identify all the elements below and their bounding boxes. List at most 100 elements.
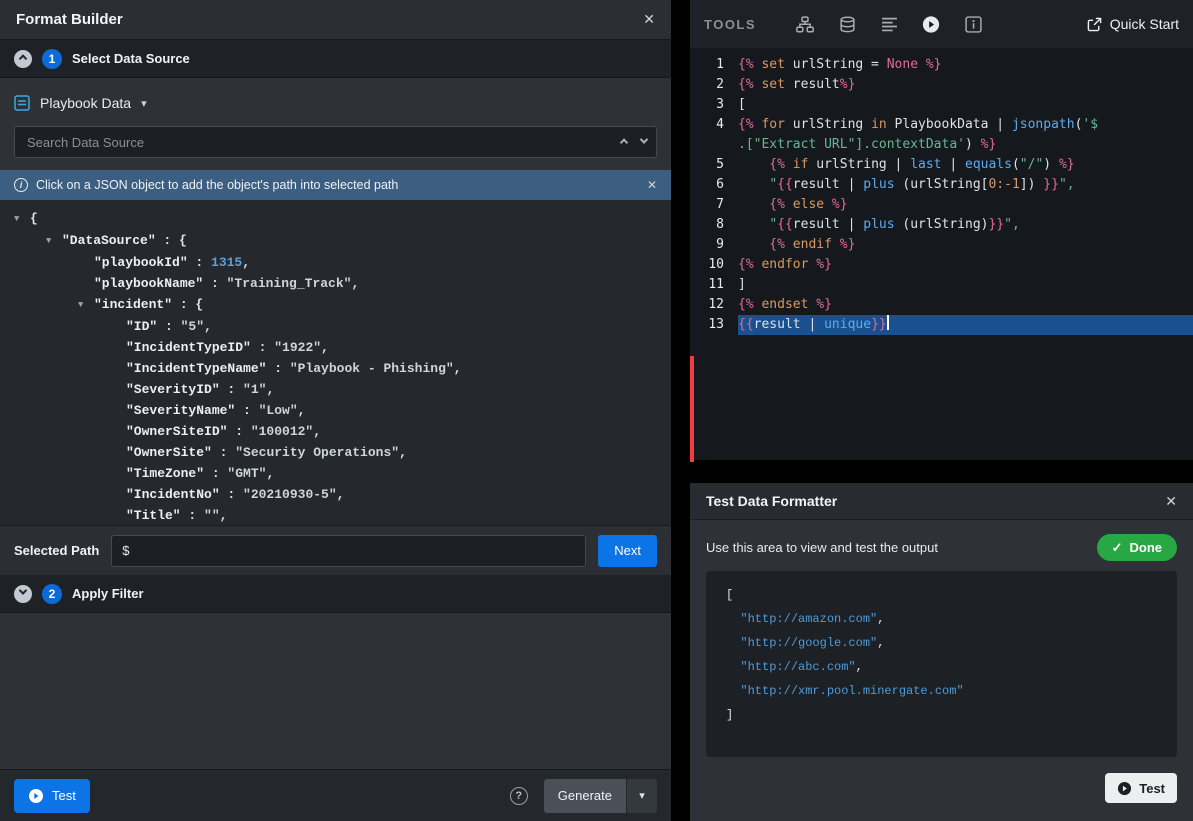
generate-split-button: Generate ▾	[544, 779, 657, 813]
collapse-section-icon[interactable]	[14, 50, 32, 68]
code-line[interactable]: .["Extract URL"].contextData') %}	[690, 135, 1193, 155]
json-tree-line[interactable]: "ID" : "5",	[0, 316, 671, 337]
play-circle-icon	[28, 788, 44, 804]
formatter-editor-panel: TOOLS	[690, 0, 1193, 460]
json-tree-line[interactable]: "IncidentTypeID" : "1922",	[0, 337, 671, 358]
play-circle-icon	[1117, 781, 1132, 796]
playbook-data-icon	[14, 95, 30, 111]
check-icon: ✓	[1112, 540, 1123, 556]
code-line[interactable]: 4{% for urlString in PlaybookData | json…	[690, 115, 1193, 135]
panel-title: Format Builder	[16, 11, 123, 28]
section-select-data-source[interactable]: 1 Select Data Source	[0, 40, 671, 78]
output-line: ]	[726, 703, 1157, 727]
expand-section-icon[interactable]	[14, 585, 32, 603]
close-icon[interactable]: ✕	[1165, 493, 1177, 510]
line-number: 13	[690, 315, 738, 335]
search-nav	[621, 126, 647, 158]
chevron-down-icon: ▾	[141, 97, 147, 110]
json-tree-line[interactable]: ▼{	[0, 208, 671, 230]
test-output-button[interactable]: Test	[1105, 773, 1177, 803]
collapse-arrow-icon[interactable]: ▼	[78, 295, 94, 316]
code-line[interactable]: 5 {% if urlString | last | equals("/") %…	[690, 155, 1193, 175]
code-rows[interactable]: 1{% set urlString = None %}2{% set resul…	[690, 48, 1193, 335]
json-tree-line[interactable]: "TimeZone" : "GMT",	[0, 463, 671, 484]
json-tree[interactable]: ▼{▼"DataSource" : {"playbookId" : 1315,"…	[0, 200, 671, 525]
code-line[interactable]: 6 "{{result | plus (urlString[0:-1]) }}"…	[690, 175, 1193, 195]
play-circle-icon[interactable]	[922, 15, 940, 33]
banner-close-icon[interactable]: ✕	[647, 178, 657, 192]
search-wrap	[14, 126, 657, 158]
line-number: 11	[690, 275, 738, 295]
line-number: 9	[690, 235, 738, 255]
code-line[interactable]: 8 "{{result | plus (urlString)}}",	[690, 215, 1193, 235]
code-line[interactable]: 1{% set urlString = None %}	[690, 55, 1193, 75]
json-tree-line[interactable]: "playbookId" : 1315,	[0, 252, 671, 273]
generate-dropdown-icon[interactable]: ▾	[627, 779, 657, 813]
tools-label: TOOLS	[704, 17, 756, 32]
json-tree-line[interactable]: "OwnerSite" : "Security Operations",	[0, 442, 671, 463]
code-line[interactable]: 13{{result | unique}}	[690, 315, 1193, 335]
code-line[interactable]: 10{% endfor %}	[690, 255, 1193, 275]
code-line[interactable]: 2{% set result%}	[690, 75, 1193, 95]
editor-toolbar: TOOLS	[690, 0, 1193, 48]
selected-path-label: Selected Path	[14, 543, 99, 558]
line-number: 10	[690, 255, 738, 275]
code-line[interactable]: 7 {% else %}	[690, 195, 1193, 215]
step-badge: 2	[42, 584, 62, 604]
code-line[interactable]: 3[	[690, 95, 1193, 115]
json-tree-line[interactable]: ▼"DataSource" : {	[0, 230, 671, 252]
json-tree-line[interactable]: "IncidentNo" : "20210930-5",	[0, 484, 671, 505]
code-line[interactable]: 12{% endset %}	[690, 295, 1193, 315]
json-tree-line[interactable]: "SeverityName" : "Low",	[0, 400, 671, 421]
json-tree-line[interactable]: "Title" : "",	[0, 505, 671, 525]
chevron-up-icon[interactable]	[620, 138, 628, 146]
search-input[interactable]	[14, 126, 657, 158]
info-square-icon[interactable]	[964, 15, 982, 33]
data-source-area: Playbook Data ▾	[0, 78, 671, 170]
chevron-down-icon[interactable]	[640, 135, 648, 143]
line-number: 6	[690, 175, 738, 195]
collapse-arrow-icon[interactable]: ▼	[46, 231, 62, 252]
selected-path-input[interactable]	[111, 535, 586, 567]
line-number: 2	[690, 75, 738, 95]
info-banner: i Click on a JSON object to add the obje…	[0, 170, 671, 200]
align-lines-icon[interactable]	[880, 15, 898, 33]
help-icon[interactable]: ?	[510, 787, 528, 805]
tool-icons	[796, 15, 982, 33]
info-banner-text: Click on a JSON object to add the object…	[36, 178, 639, 192]
json-tree-line[interactable]: "IncidentTypeName" : "Playbook - Phishin…	[0, 358, 671, 379]
json-tree-line[interactable]: "OwnerSiteID" : "100012",	[0, 421, 671, 442]
test-output-label: Test	[1139, 781, 1165, 796]
code-line[interactable]: 9 {% endif %}	[690, 235, 1193, 255]
section-apply-filter[interactable]: 2 Apply Filter	[0, 575, 671, 613]
collapse-arrow-icon[interactable]: ▼	[14, 209, 30, 230]
line-number: 5	[690, 155, 738, 175]
quick-start-button[interactable]: Quick Start	[1087, 16, 1179, 32]
next-button[interactable]: Next	[598, 535, 657, 567]
format-builder-panel: Format Builder ✕ 1 Select Data Source Pl…	[0, 0, 671, 821]
close-icon[interactable]: ✕	[643, 11, 655, 28]
database-icon[interactable]	[838, 15, 856, 33]
json-tree-line[interactable]: "SeverityID" : "1",	[0, 379, 671, 400]
data-source-dropdown[interactable]: Playbook Data ▾	[14, 88, 657, 118]
app-root: Format Builder ✕ 1 Select Data Source Pl…	[0, 0, 1193, 821]
sitemap-icon[interactable]	[796, 15, 814, 33]
line-number	[690, 135, 738, 155]
done-button[interactable]: ✓ Done	[1097, 534, 1177, 561]
line-number: 12	[690, 295, 738, 315]
code-line[interactable]: 11]	[690, 275, 1193, 295]
empty-area	[0, 613, 671, 769]
scroll-indicator	[690, 356, 694, 462]
test-panel-header: Test Data Formatter ✕	[690, 483, 1193, 520]
line-number: 8	[690, 215, 738, 235]
json-tree-line[interactable]: "playbookName" : "Training_Track",	[0, 273, 671, 294]
info-icon: i	[14, 178, 28, 192]
json-tree-line[interactable]: ▼"incident" : {	[0, 294, 671, 316]
format-builder-footer: Test ? Generate ▾	[0, 769, 671, 821]
selected-path-bar: Selected Path Next	[0, 525, 671, 575]
output-line: "http://google.com",	[726, 631, 1157, 655]
generate-button[interactable]: Generate	[544, 779, 626, 813]
test-button[interactable]: Test	[14, 779, 90, 813]
external-link-icon	[1087, 17, 1102, 32]
test-button-label: Test	[52, 788, 76, 803]
